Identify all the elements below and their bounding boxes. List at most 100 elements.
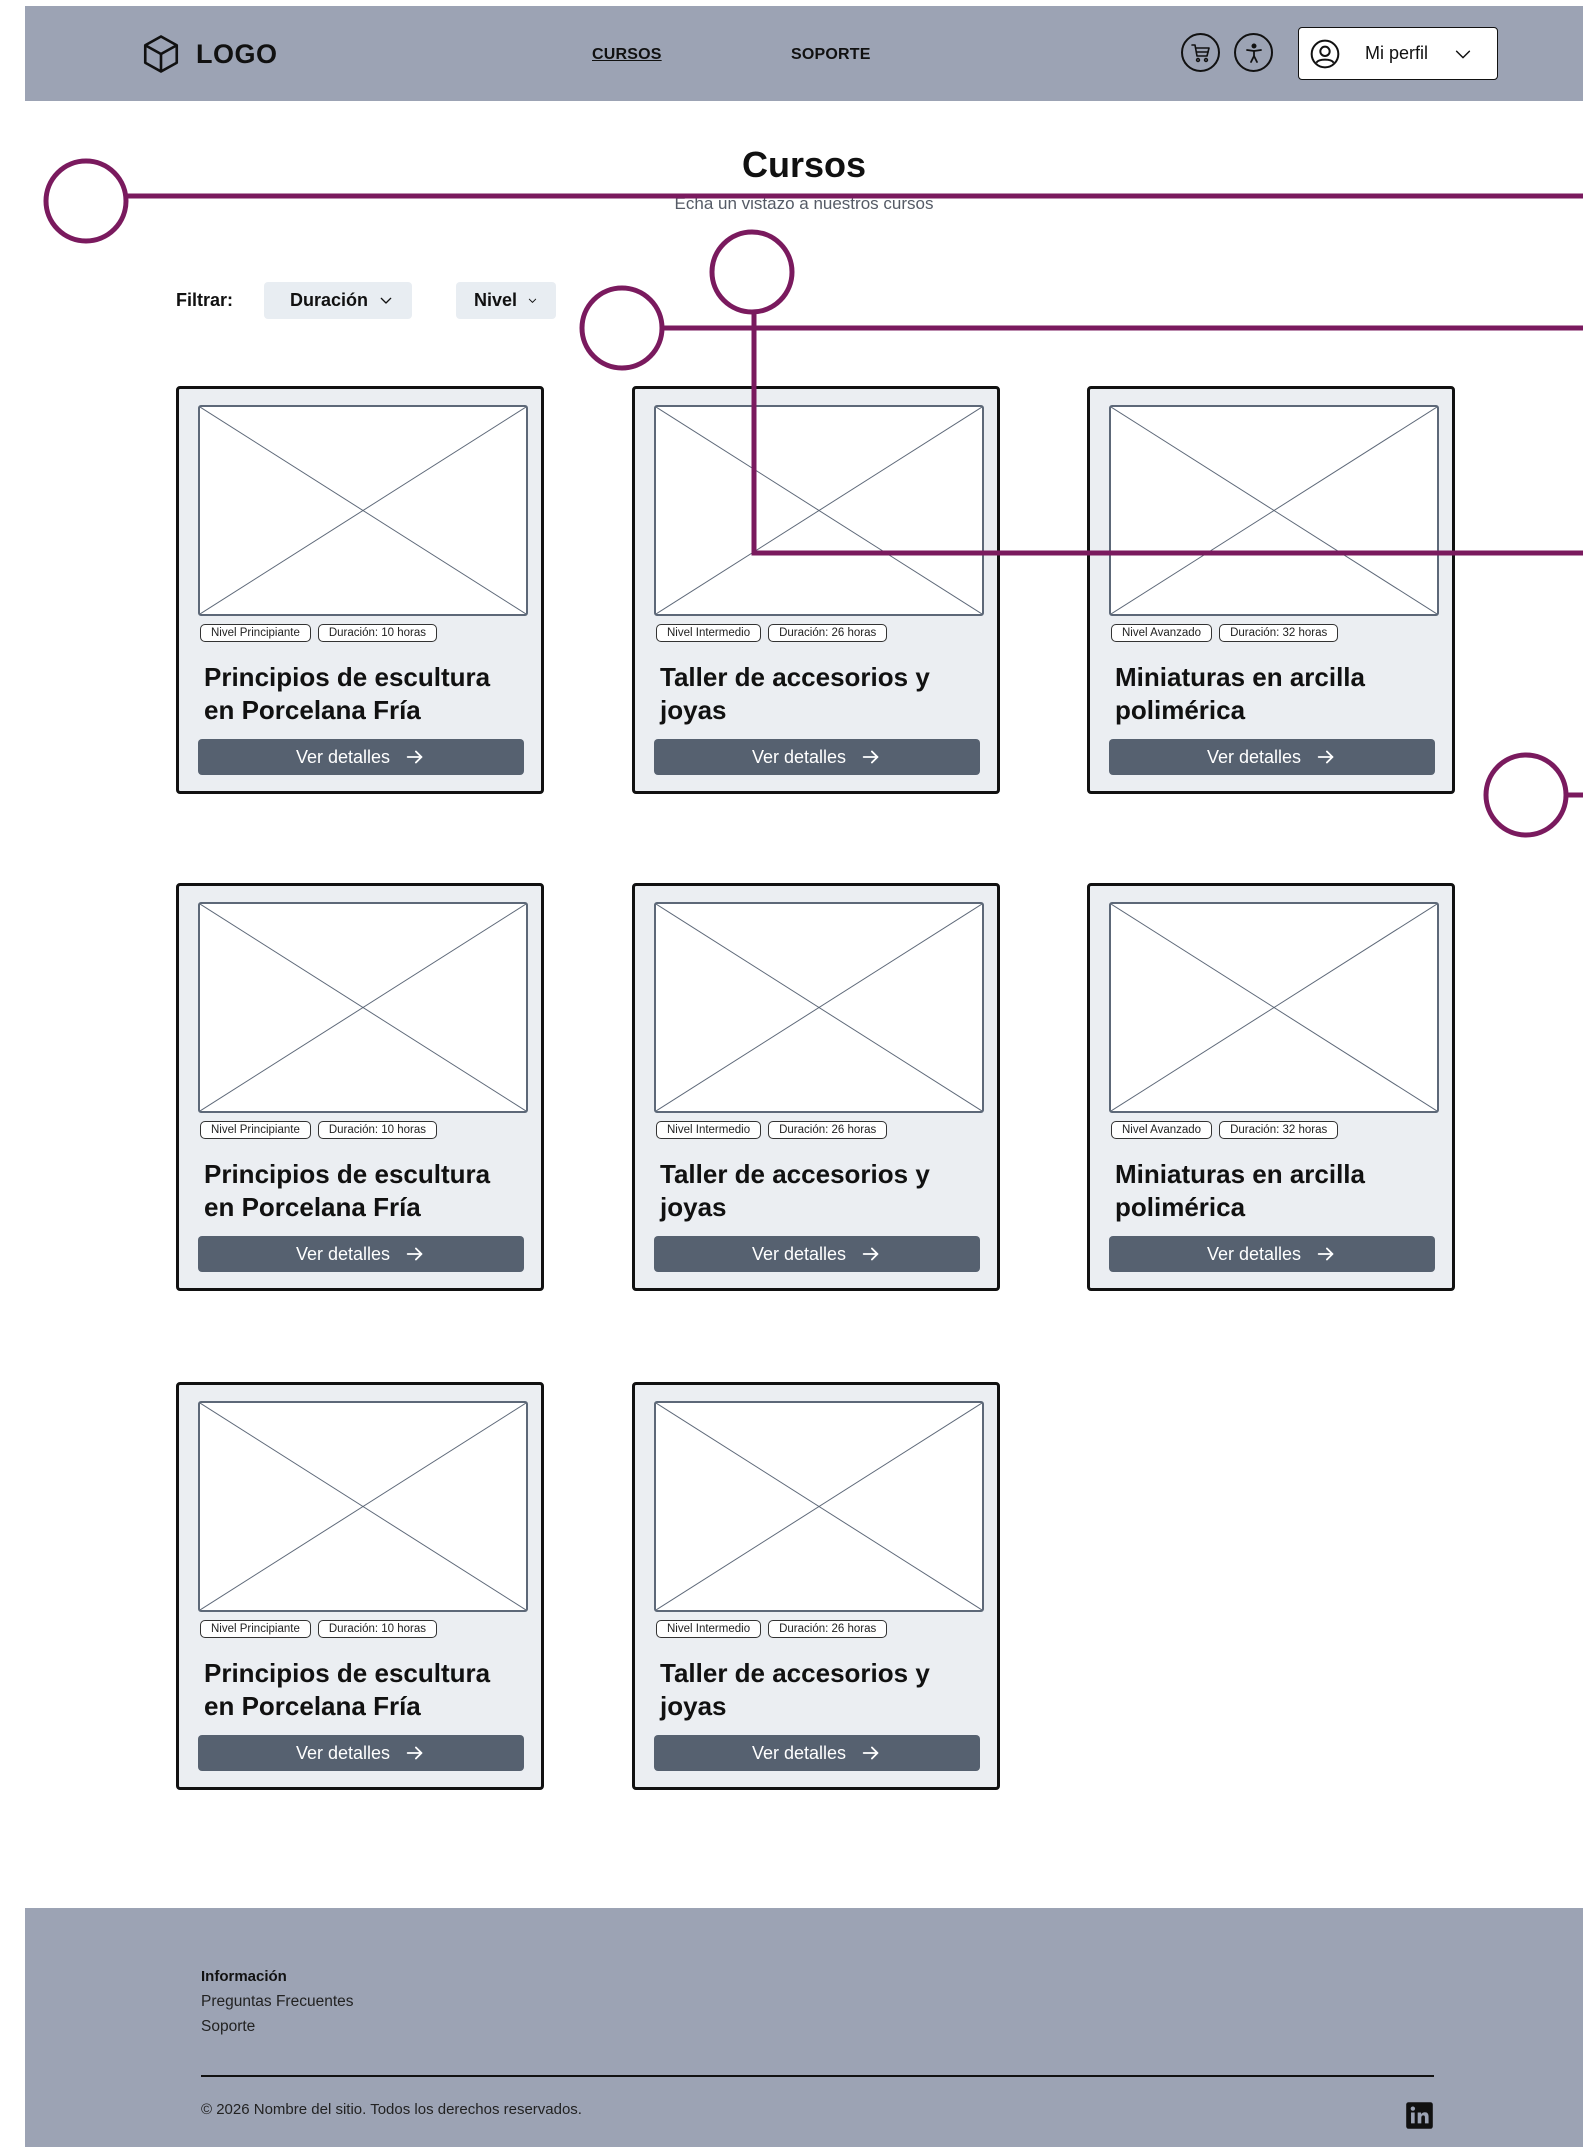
image-placeholder-icon bbox=[656, 407, 982, 614]
duration-badge: Duración: 32 horas bbox=[1219, 1121, 1339, 1139]
course-card[interactable]: Nivel Principiante Duración: 10 horas Pr… bbox=[176, 386, 544, 794]
details-button[interactable]: Ver detalles bbox=[654, 1236, 980, 1272]
details-button[interactable]: Ver detalles bbox=[198, 1735, 524, 1771]
arrow-right-icon bbox=[406, 1746, 423, 1760]
duration-badge: Duración: 10 horas bbox=[317, 624, 438, 642]
level-badge: Nivel Principiante bbox=[200, 1121, 311, 1139]
accessibility-icon bbox=[1245, 43, 1262, 63]
image-placeholder bbox=[198, 405, 528, 616]
accessibility-button[interactable] bbox=[1234, 33, 1273, 72]
details-button-label: Ver detalles bbox=[751, 1742, 847, 1763]
linkedin-icon[interactable] bbox=[1405, 2101, 1434, 2130]
details-button-label: Ver detalles bbox=[751, 1243, 847, 1264]
duration-badge: Duración: 26 horas bbox=[768, 624, 888, 642]
course-card[interactable]: Nivel Principiante Duración: 10 horas Pr… bbox=[176, 883, 544, 1291]
image-placeholder bbox=[654, 1401, 984, 1612]
image-placeholder-icon bbox=[656, 904, 982, 1111]
course-title: Taller de accesorios y joyas bbox=[660, 1658, 930, 1721]
image-placeholder-icon bbox=[656, 1403, 982, 1610]
logo-text: LOGO bbox=[196, 38, 278, 69]
nav-soporte[interactable]: SOPORTE bbox=[791, 46, 871, 64]
duration-badge: Duración: 26 horas bbox=[768, 1121, 888, 1139]
filter-nivel-label: Nivel bbox=[474, 290, 518, 310]
page-title: Cursos bbox=[741, 144, 867, 185]
duration-badge: Duración: 26 horas bbox=[768, 1620, 888, 1638]
cube-icon bbox=[143, 35, 179, 73]
filter-nivel-dropdown[interactable]: Nivel bbox=[456, 282, 556, 319]
footer-link-faq[interactable]: Preguntas Frecuentes bbox=[201, 1993, 354, 2011]
details-button-label: Ver detalles bbox=[1206, 746, 1302, 767]
image-placeholder bbox=[1109, 405, 1439, 616]
duration-badge: Duración: 10 horas bbox=[317, 1121, 438, 1139]
arrow-right-icon bbox=[862, 750, 879, 764]
course-title: Miniaturas en arcilla polimérica bbox=[1115, 662, 1365, 725]
details-button[interactable]: Ver detalles bbox=[1109, 739, 1435, 775]
course-title: Principios de escultura en Porcelana Frí… bbox=[204, 1658, 491, 1721]
chevron-down-icon bbox=[528, 298, 537, 303]
details-button-label: Ver detalles bbox=[1206, 1243, 1302, 1264]
filter-duracion-dropdown[interactable]: Duración bbox=[264, 282, 412, 319]
cart-icon bbox=[1190, 43, 1210, 62]
arrow-right-icon bbox=[406, 1247, 423, 1261]
course-card[interactable]: Nivel Avanzado Duración: 32 horas Miniat… bbox=[1087, 386, 1455, 794]
course-title: Principios de escultura en Porcelana Frí… bbox=[204, 1159, 491, 1222]
image-placeholder bbox=[1109, 902, 1439, 1113]
footer-heading: Información bbox=[201, 1968, 287, 1985]
profile-dropdown[interactable]: Mi perfil bbox=[1298, 27, 1498, 80]
course-card[interactable]: Nivel Principiante Duración: 10 horas Pr… bbox=[176, 1382, 544, 1790]
details-button[interactable]: Ver detalles bbox=[654, 739, 980, 775]
arrow-right-icon bbox=[406, 750, 423, 764]
footer-link-soporte[interactable]: Soporte bbox=[201, 2018, 255, 2036]
course-card[interactable]: Nivel Intermedio Duración: 26 horas Tall… bbox=[632, 883, 1000, 1291]
logo[interactable]: LOGO bbox=[140, 33, 278, 75]
arrow-right-icon bbox=[1317, 1247, 1334, 1261]
course-title: Principios de escultura en Porcelana Frí… bbox=[204, 662, 491, 725]
level-badge: Nivel Intermedio bbox=[656, 1620, 762, 1638]
arrow-right-icon bbox=[1317, 750, 1334, 764]
course-card[interactable]: Nivel Intermedio Duración: 26 horas Tall… bbox=[632, 386, 1000, 794]
details-button-label: Ver detalles bbox=[295, 1243, 391, 1264]
chevron-down-icon bbox=[380, 297, 392, 304]
image-placeholder bbox=[198, 902, 528, 1113]
site-footer: Información Preguntas Frecuentes Soporte… bbox=[25, 1908, 1583, 2147]
image-placeholder bbox=[654, 405, 984, 616]
level-badge: Nivel Principiante bbox=[200, 1620, 311, 1638]
details-button[interactable]: Ver detalles bbox=[1109, 1236, 1435, 1272]
image-placeholder-icon bbox=[200, 407, 526, 614]
cart-button[interactable] bbox=[1181, 33, 1220, 72]
course-title: Miniaturas en arcilla polimérica bbox=[1115, 1159, 1365, 1222]
page: LOGO CURSOS SOPORTE Mi perfil Cursos Ech… bbox=[25, 6, 1583, 2147]
image-placeholder bbox=[198, 1401, 528, 1612]
details-button[interactable]: Ver detalles bbox=[654, 1735, 980, 1771]
image-placeholder-icon bbox=[200, 1403, 526, 1610]
user-avatar-icon bbox=[1310, 39, 1340, 68]
copyright: © 2026 Nombre del sitio. Todos los derec… bbox=[201, 2101, 582, 2118]
level-badge: Nivel Avanzado bbox=[1111, 624, 1213, 642]
details-button[interactable]: Ver detalles bbox=[198, 739, 524, 775]
arrow-right-icon bbox=[862, 1247, 879, 1261]
level-badge: Nivel Intermedio bbox=[656, 1121, 762, 1139]
image-placeholder-icon bbox=[200, 904, 526, 1111]
image-placeholder-icon bbox=[1111, 407, 1437, 614]
page-subtitle: Echa un vistazo a nuestros cursos bbox=[674, 194, 934, 213]
filter-duracion-label: Duración bbox=[290, 290, 369, 310]
level-badge: Nivel Intermedio bbox=[656, 624, 762, 642]
duration-badge: Duración: 32 horas bbox=[1219, 624, 1339, 642]
arrow-right-icon bbox=[862, 1746, 879, 1760]
filter-label: Filtrar: bbox=[176, 290, 234, 310]
course-card[interactable]: Nivel Avanzado Duración: 32 horas Miniat… bbox=[1087, 883, 1455, 1291]
image-placeholder bbox=[654, 902, 984, 1113]
details-button[interactable]: Ver detalles bbox=[198, 1236, 524, 1272]
course-title: Taller de accesorios y joyas bbox=[660, 1159, 930, 1222]
level-badge: Nivel Principiante bbox=[200, 624, 311, 642]
course-card[interactable]: Nivel Intermedio Duración: 26 horas Tall… bbox=[632, 1382, 1000, 1790]
image-placeholder-icon bbox=[1111, 904, 1437, 1111]
footer-divider bbox=[201, 2075, 1434, 2077]
chevron-down-icon bbox=[1455, 50, 1471, 58]
details-button-label: Ver detalles bbox=[751, 746, 847, 767]
course-title: Taller de accesorios y joyas bbox=[660, 662, 930, 725]
nav-cursos[interactable]: CURSOS bbox=[592, 46, 662, 64]
details-button-label: Ver detalles bbox=[295, 746, 391, 767]
duration-badge: Duración: 10 horas bbox=[317, 1620, 438, 1638]
level-badge: Nivel Avanzado bbox=[1111, 1121, 1213, 1139]
